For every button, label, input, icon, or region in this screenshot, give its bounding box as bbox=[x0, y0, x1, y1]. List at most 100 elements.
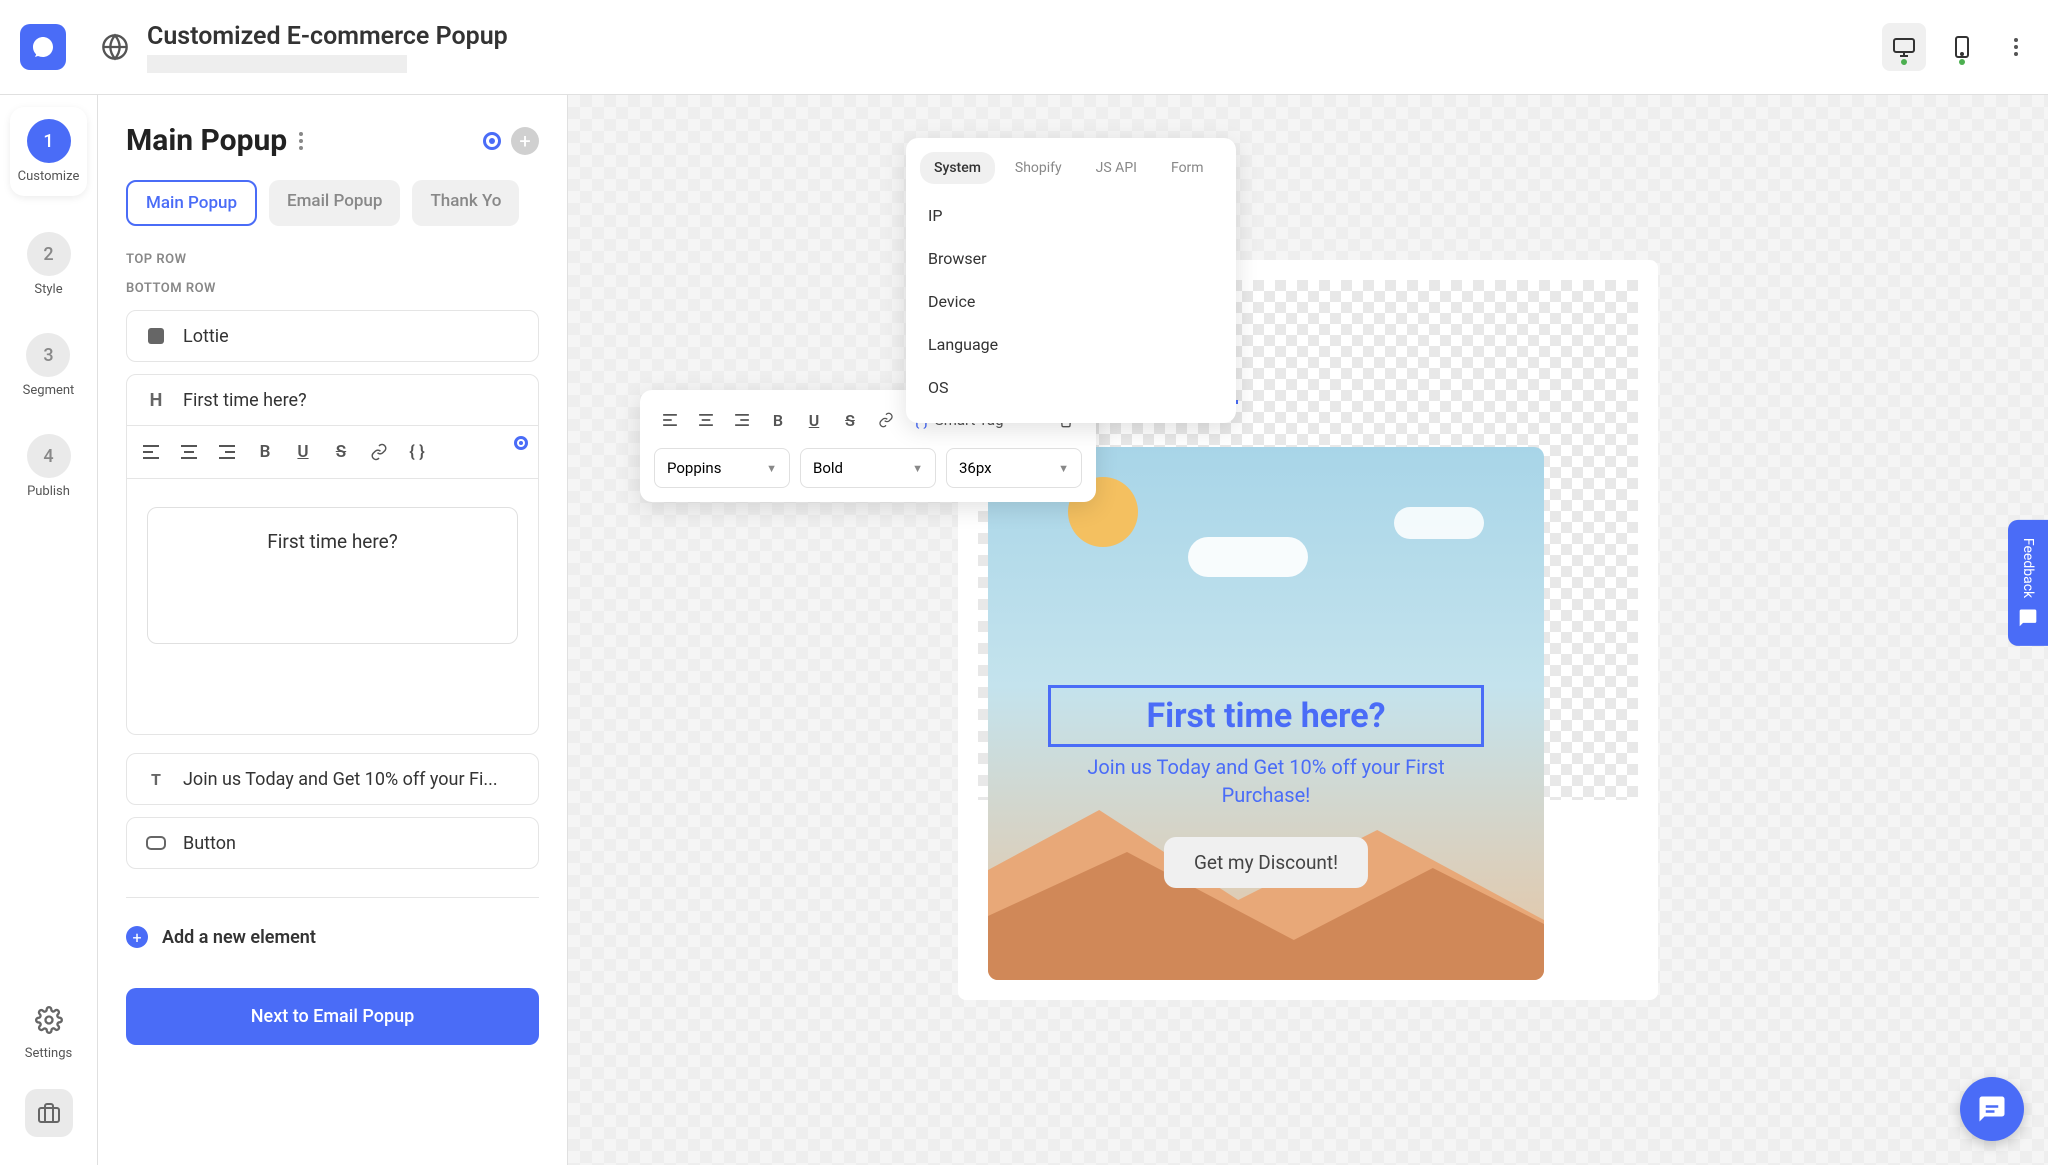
add-element-label: Add a new element bbox=[162, 927, 316, 948]
button-icon bbox=[145, 832, 167, 854]
rail-step-label: Publish bbox=[27, 484, 70, 499]
smart-tag-dropdown: System Shopify JS API Form IP Browser De… bbox=[906, 138, 1236, 423]
code-braces-button[interactable]: { } bbox=[401, 436, 433, 468]
element-lottie[interactable]: Lottie bbox=[126, 310, 539, 362]
briefcase-icon bbox=[37, 1101, 61, 1125]
panel-title: Main Popup bbox=[126, 123, 287, 158]
link-button[interactable] bbox=[870, 404, 902, 436]
popup-subtext[interactable]: Join us Today and Get 10% off your First… bbox=[1048, 753, 1484, 809]
align-center-button[interactable] bbox=[690, 404, 722, 436]
strikethrough-button[interactable]: S bbox=[325, 436, 357, 468]
rail-step-label: Segment bbox=[23, 383, 75, 398]
align-right-button[interactable] bbox=[726, 404, 758, 436]
chevron-down-icon: ▼ bbox=[766, 462, 777, 475]
left-nav-rail: 1 Customize 2 Style 3 Segment 4 Publish … bbox=[0, 95, 98, 1165]
add-step-button[interactable]: + bbox=[511, 127, 539, 155]
rail-step-customize[interactable]: 1 Customize bbox=[10, 107, 88, 196]
page-subtitle-placeholder bbox=[147, 55, 407, 73]
smart-item-device[interactable]: Device bbox=[920, 280, 1222, 323]
canvas-area: First time here? Join us Today and Get 1… bbox=[568, 95, 2048, 1165]
element-button[interactable]: Button bbox=[126, 817, 539, 869]
top-row-section-label: TOP ROW bbox=[126, 252, 539, 267]
underline-button[interactable]: U bbox=[798, 404, 830, 436]
popup-heading-text: First time here? bbox=[1063, 696, 1469, 736]
font-weight-select[interactable]: Bold▼ bbox=[800, 448, 936, 488]
bold-button[interactable]: B bbox=[762, 404, 794, 436]
globe-icon[interactable] bbox=[101, 33, 129, 61]
page-title: Customized E-commerce Popup bbox=[147, 22, 1882, 51]
smart-item-os[interactable]: OS bbox=[920, 366, 1222, 409]
element-body-text[interactable]: T Join us Today and Get 10% off your Fi.… bbox=[126, 753, 539, 805]
desktop-preview-button[interactable] bbox=[1882, 23, 1926, 71]
strikethrough-button[interactable]: S bbox=[834, 404, 866, 436]
popup-preview[interactable]: First time here? Join us Today and Get 1… bbox=[988, 447, 1544, 980]
smart-tab-shopify[interactable]: Shopify bbox=[1001, 152, 1076, 184]
align-right-button[interactable] bbox=[211, 436, 243, 468]
next-step-button[interactable]: Next to Email Popup bbox=[126, 988, 539, 1045]
rail-step-number: 4 bbox=[27, 434, 71, 478]
rail-step-number: 3 bbox=[26, 333, 70, 377]
mobile-preview-button[interactable] bbox=[1940, 23, 1984, 71]
font-size-select[interactable]: 36px▼ bbox=[946, 448, 1082, 488]
smart-tab-form[interactable]: Form bbox=[1157, 152, 1218, 184]
feedback-tab[interactable]: Feedback bbox=[2008, 519, 2048, 645]
app-header: Customized E-commerce Popup bbox=[0, 0, 2048, 95]
smart-tab-jsapi[interactable]: JS API bbox=[1082, 152, 1151, 184]
chat-icon bbox=[2018, 608, 2038, 628]
element-heading[interactable]: H First time here? bbox=[126, 374, 539, 426]
element-label: Button bbox=[183, 833, 236, 854]
rail-step-publish[interactable]: 4 Publish bbox=[27, 434, 71, 499]
text-icon: T bbox=[145, 768, 167, 790]
lottie-icon bbox=[145, 325, 167, 347]
heading-preview-text[interactable]: First time here? bbox=[147, 507, 518, 644]
bottom-row-section-label: BOTTOM ROW bbox=[126, 281, 539, 296]
tab-thank-you[interactable]: Thank Yo bbox=[412, 180, 519, 226]
smart-item-browser[interactable]: Browser bbox=[920, 237, 1222, 280]
visibility-toggle-icon[interactable] bbox=[483, 132, 501, 150]
underline-button[interactable]: U bbox=[287, 436, 319, 468]
tab-email-popup[interactable]: Email Popup bbox=[269, 180, 400, 226]
header-more-menu[interactable] bbox=[2004, 38, 2028, 56]
heading-preview-box: First time here? bbox=[126, 479, 539, 735]
tab-main-popup[interactable]: Main Popup bbox=[126, 180, 257, 226]
smart-item-language[interactable]: Language bbox=[920, 323, 1222, 366]
rail-step-style[interactable]: 2 Style bbox=[27, 232, 71, 297]
feedback-label: Feedback bbox=[2020, 537, 2036, 597]
cloud-graphic bbox=[1188, 537, 1308, 577]
smart-item-ip[interactable]: IP bbox=[920, 194, 1222, 237]
plus-icon: + bbox=[126, 926, 148, 948]
popup-step-tabs: Main Popup Email Popup Thank Yo bbox=[126, 180, 539, 226]
font-family-select[interactable]: Poppins▼ bbox=[654, 448, 790, 488]
align-center-button[interactable] bbox=[173, 436, 205, 468]
chevron-down-icon: ▼ bbox=[1058, 462, 1069, 475]
briefcase-button[interactable] bbox=[25, 1089, 73, 1137]
heading-inline-toolbar: B U S { } bbox=[126, 426, 539, 479]
device-preview-toggles bbox=[1882, 23, 1984, 71]
settings-label: Settings bbox=[25, 1046, 72, 1061]
smart-tab-system[interactable]: System bbox=[920, 152, 995, 184]
rail-step-segment[interactable]: 3 Segment bbox=[23, 333, 75, 398]
bold-button[interactable]: B bbox=[249, 436, 281, 468]
gear-icon bbox=[35, 1006, 63, 1034]
divider bbox=[126, 897, 539, 898]
rail-step-label: Style bbox=[34, 282, 62, 297]
align-left-button[interactable] bbox=[135, 436, 167, 468]
popup-heading-selected[interactable]: First time here? bbox=[1048, 685, 1484, 747]
rail-step-number: 1 bbox=[27, 119, 71, 163]
chat-widget-button[interactable] bbox=[1960, 1077, 2024, 1141]
link-button[interactable] bbox=[363, 436, 395, 468]
rail-step-label: Customize bbox=[18, 169, 80, 184]
align-left-button[interactable] bbox=[654, 404, 686, 436]
element-label: Join us Today and Get 10% off your Fi... bbox=[183, 769, 498, 790]
app-logo[interactable] bbox=[20, 24, 66, 70]
cloud-graphic bbox=[1394, 507, 1484, 539]
panel-title-more-menu[interactable] bbox=[299, 132, 303, 150]
settings-button[interactable]: Settings bbox=[25, 1006, 72, 1061]
add-element-button[interactable]: + Add a new element bbox=[126, 926, 539, 948]
popup-cta-button[interactable]: Get my Discount! bbox=[1164, 837, 1368, 888]
chevron-down-icon: ▼ bbox=[912, 462, 923, 475]
active-indicator-icon bbox=[514, 436, 528, 450]
element-label: First time here? bbox=[183, 390, 307, 411]
rail-step-number: 2 bbox=[27, 232, 71, 276]
editor-side-panel: Main Popup + Main Popup Email Popup Than… bbox=[98, 95, 568, 1165]
